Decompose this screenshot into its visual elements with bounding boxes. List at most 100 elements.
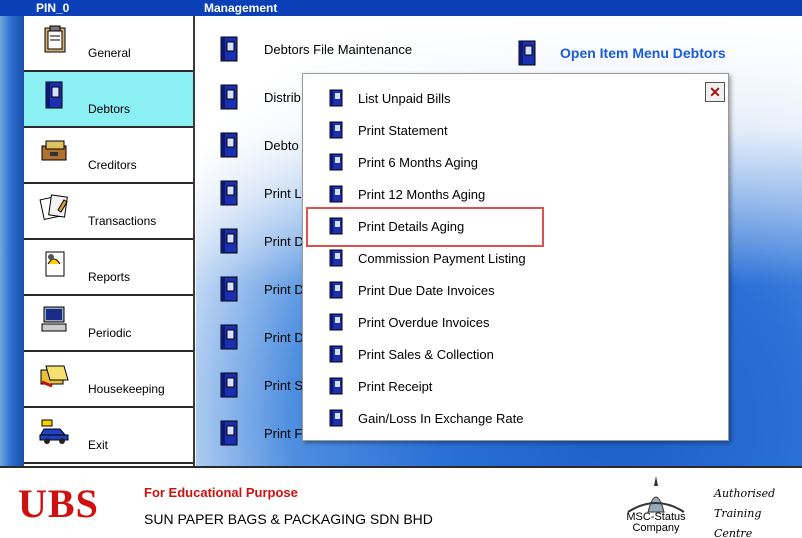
sidebar-item-exit[interactable]: Exit xyxy=(24,408,193,464)
popup-item-label: Print Sales & Collection xyxy=(358,346,494,362)
company-name: SUN PAPER BAGS & PACKAGING SDN BHD xyxy=(144,511,433,527)
book-icon xyxy=(329,345,343,363)
popup-item-label: Print Details Aging xyxy=(358,218,465,234)
folders-icon xyxy=(40,365,69,388)
open-item-label: Open Item Menu Debtors xyxy=(560,45,726,61)
report-icon xyxy=(45,251,65,277)
sidebar-item-housekeeping[interactable]: Housekeeping xyxy=(24,352,193,408)
popup-item-label: Print Statement xyxy=(358,122,448,138)
sidebar: General Debtors Creditors Transactions R… xyxy=(24,16,195,466)
sidebar-item-label: Debtors xyxy=(88,102,131,116)
book-icon xyxy=(220,180,238,206)
book-icon xyxy=(329,185,343,203)
book-icon xyxy=(45,81,63,109)
menu-item-label: Print S xyxy=(264,377,304,393)
book-icon xyxy=(220,324,238,350)
menu-item-label: Debto xyxy=(264,137,299,153)
menu-item-label: Print L xyxy=(264,185,302,201)
sidebar-item-debtors[interactable]: Debtors xyxy=(24,72,193,128)
debtors-reports-popup: ✕ List Unpaid Bills Print Statement Prin… xyxy=(302,73,729,441)
popup-item-print-6-months-aging[interactable]: Print 6 Months Aging xyxy=(329,149,478,175)
sidebar-item-general[interactable]: General xyxy=(24,16,193,72)
open-item-menu-debtors-link[interactable]: Open Item Menu Debtors xyxy=(516,40,726,66)
popup-item-print-details-aging[interactable]: Print Details Aging xyxy=(329,213,464,239)
menu-item-label: Print D xyxy=(264,233,304,249)
book-icon xyxy=(329,217,343,235)
cashbox-icon xyxy=(41,140,67,161)
msc-line-2: Company xyxy=(632,522,680,534)
popup-item-print-statement[interactable]: Print Statement xyxy=(329,117,448,143)
sidebar-item-label: Transactions xyxy=(88,214,157,228)
clipboard-icon xyxy=(44,25,66,53)
sidebar-item-label: Housekeeping xyxy=(88,382,165,396)
menu-item-distribution[interactable]: Distrib xyxy=(218,83,301,111)
book-icon xyxy=(329,281,343,299)
menu-item-print-l[interactable]: Print L xyxy=(218,179,302,207)
educational-notice: For Educational Purpose xyxy=(144,485,298,500)
msc-status-logo: MSC-Status Company xyxy=(618,474,694,534)
close-icon[interactable]: ✕ xyxy=(705,82,725,102)
book-icon xyxy=(329,377,343,395)
book-icon xyxy=(518,40,536,66)
documents-icon xyxy=(39,194,68,221)
sidebar-item-transactions[interactable]: Transactions xyxy=(24,184,193,240)
popup-item-print-due-date-invoices[interactable]: Print Due Date Invoices xyxy=(329,277,495,303)
sidebar-item-label: Exit xyxy=(88,438,109,452)
menu-item-label: Print D xyxy=(264,281,304,297)
sidebar-item-label: General xyxy=(88,46,131,60)
app-window: PIN_0 Management General Debtors Credito… xyxy=(0,0,802,538)
computer-icon xyxy=(41,306,67,332)
popup-item-commission-payment-listing[interactable]: Commission Payment Listing xyxy=(329,245,526,271)
book-icon xyxy=(329,153,343,171)
menu-item-debtors[interactable]: Debto xyxy=(218,131,299,159)
authorised-training-centre: Authorised Training Centre xyxy=(714,484,802,538)
book-icon xyxy=(329,89,343,107)
book-icon xyxy=(329,409,343,427)
popup-item-label: Commission Payment Listing xyxy=(358,250,526,266)
popup-item-label: Print Overdue Invoices xyxy=(358,314,490,330)
book-icon xyxy=(329,121,343,139)
sidebar-item-creditors[interactable]: Creditors xyxy=(24,128,193,184)
popup-item-label: List Unpaid Bills xyxy=(358,90,451,106)
book-icon xyxy=(220,372,238,398)
menu-item-print-f[interactable]: Print F xyxy=(218,419,302,447)
menu-item-label: Print D xyxy=(264,329,304,345)
popup-item-print-overdue-invoices[interactable]: Print Overdue Invoices xyxy=(329,309,490,335)
popup-item-print-receipt[interactable]: Print Receipt xyxy=(329,373,432,399)
book-icon xyxy=(220,36,238,62)
menu-item-print-d-3[interactable]: Print D xyxy=(218,323,304,351)
tower-icon xyxy=(627,476,685,513)
popup-item-label: Gain/Loss In Exchange Rate xyxy=(358,410,524,426)
car-icon xyxy=(39,419,69,444)
popup-item-label: Print Receipt xyxy=(358,378,433,394)
menu-item-print-s[interactable]: Print S xyxy=(218,371,303,399)
popup-item-gain-loss-exchange-rate[interactable]: Gain/Loss In Exchange Rate xyxy=(329,405,524,431)
popup-item-list-unpaid-bills[interactable]: List Unpaid Bills xyxy=(329,85,451,111)
book-icon xyxy=(220,276,238,302)
menu-item-label: Distrib xyxy=(264,89,301,105)
auth-line-1: Authorised xyxy=(714,487,776,500)
menu-item-print-d-2[interactable]: Print D xyxy=(218,275,304,303)
left-title-bar: PIN_0 xyxy=(0,0,196,16)
book-icon xyxy=(220,228,238,254)
book-icon xyxy=(220,132,238,158)
menu-item-label: Print F xyxy=(264,425,303,441)
sidebar-item-reports[interactable]: Reports xyxy=(24,240,193,296)
book-icon xyxy=(329,313,343,331)
popup-item-print-12-months-aging[interactable]: Print 12 Months Aging xyxy=(329,181,485,207)
sidebar-item-label: Reports xyxy=(88,270,131,284)
brand-logo: UBS xyxy=(18,481,99,526)
menu-item-print-d-1[interactable]: Print D xyxy=(218,227,304,255)
sidebar-item-periodic[interactable]: Periodic xyxy=(24,296,193,352)
menu-item-label: Debtors File Maintenance xyxy=(264,41,413,57)
menu-item-debtors-file-maintenance[interactable]: Debtors File Maintenance xyxy=(218,35,412,63)
popup-item-print-sales-collection[interactable]: Print Sales & Collection xyxy=(329,341,494,367)
sidebar-item-label: Creditors xyxy=(88,158,137,172)
book-icon xyxy=(220,84,238,110)
decorative-strip xyxy=(0,16,24,466)
right-title-bar: Management xyxy=(196,0,802,16)
book-icon xyxy=(220,420,238,446)
sidebar-item-label: Periodic xyxy=(88,326,132,340)
book-icon xyxy=(329,249,343,267)
footer: UBS For Educational Purpose SUN PAPER BA… xyxy=(0,466,802,538)
